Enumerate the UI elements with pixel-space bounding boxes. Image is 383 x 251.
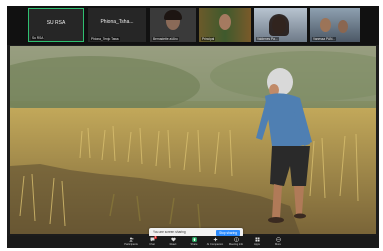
- participant-video: [219, 14, 231, 30]
- participant-name-label: Vanessa PAN...: [312, 37, 337, 41]
- participant-display-name: Phiona_Tsha...: [100, 19, 134, 25]
- toolbar-apps-button[interactable]: Apps: [247, 236, 267, 248]
- more-icon: [275, 237, 281, 242]
- toolbar-label: More: [275, 243, 281, 246]
- participant-video: [320, 18, 331, 32]
- stop-sharing-button[interactable]: Stop sharing: [216, 229, 240, 236]
- participant-name-label: Valdenes Pa...: [256, 37, 279, 41]
- participant-tile-2[interactable]: Phiona_Tsha... Phiona_Tenjo Tawa: [88, 8, 146, 42]
- meeting-toolbar: Participants 2 Chat React Share AI Compa…: [7, 236, 379, 248]
- participant-strip: SU RSA Su RSA Phiona_Tsha... Phiona_Tenj…: [7, 6, 379, 45]
- participant-video-hair: [269, 14, 289, 36]
- share-icon: [191, 237, 197, 242]
- participant-tile-1[interactable]: SU RSA Su RSA: [28, 8, 84, 42]
- participant-name-label: Su RSA: [31, 36, 45, 40]
- participant-video: [338, 20, 348, 33]
- sparkle-icon: [212, 237, 218, 242]
- toolbar-label: Chat: [149, 243, 155, 246]
- participant-name-label: Phiona_Tenjo Tawa: [90, 37, 120, 41]
- participant-tile-5[interactable]: Valdenes Pa...: [254, 8, 307, 42]
- toolbar-ai-companion-button[interactable]: AI Companion: [205, 236, 225, 248]
- heart-icon: [170, 237, 176, 242]
- toolbar-meeting-info-button[interactable]: Meeting info: [226, 236, 246, 248]
- apps-icon: [255, 237, 259, 242]
- shared-screen: [10, 46, 376, 234]
- meeting-window: SU RSA Su RSA Phiona_Tsha... Phiona_Tenj…: [7, 6, 379, 248]
- people-icon: [128, 237, 133, 242]
- participant-tile-4[interactable]: Principal: [199, 8, 251, 42]
- toolbar-label: Meeting info: [228, 243, 244, 246]
- participant-video-hair: [164, 10, 182, 20]
- participant-name-label: Principal: [201, 37, 216, 41]
- toolbar-label: Participants: [124, 243, 138, 246]
- shared-image: [10, 46, 376, 234]
- participant-name-label: Bernadette a/Aho: [152, 37, 179, 41]
- share-notice-text: You are screen sharing: [153, 230, 186, 234]
- toolbar-label: Share: [190, 243, 198, 246]
- toolbar-share-button[interactable]: Share: [184, 236, 204, 248]
- toolbar-label: Apps: [254, 243, 260, 246]
- toolbar-react-button[interactable]: React: [163, 236, 183, 248]
- participant-display-name: SU RSA: [46, 20, 66, 26]
- toolbar-chat-button[interactable]: 2 Chat: [142, 236, 162, 248]
- toolbar-more-button[interactable]: More: [268, 236, 288, 248]
- toolbar-participants-button[interactable]: Participants: [121, 236, 141, 248]
- participant-tile-6[interactable]: Vanessa PAN...: [310, 8, 360, 42]
- info-icon: [233, 237, 239, 242]
- chat-unread-badge: 2: [154, 236, 157, 239]
- toolbar-label: React: [169, 243, 177, 246]
- participant-tile-3[interactable]: Bernadette a/Aho: [150, 8, 196, 42]
- toolbar-label: AI Companion: [206, 243, 224, 246]
